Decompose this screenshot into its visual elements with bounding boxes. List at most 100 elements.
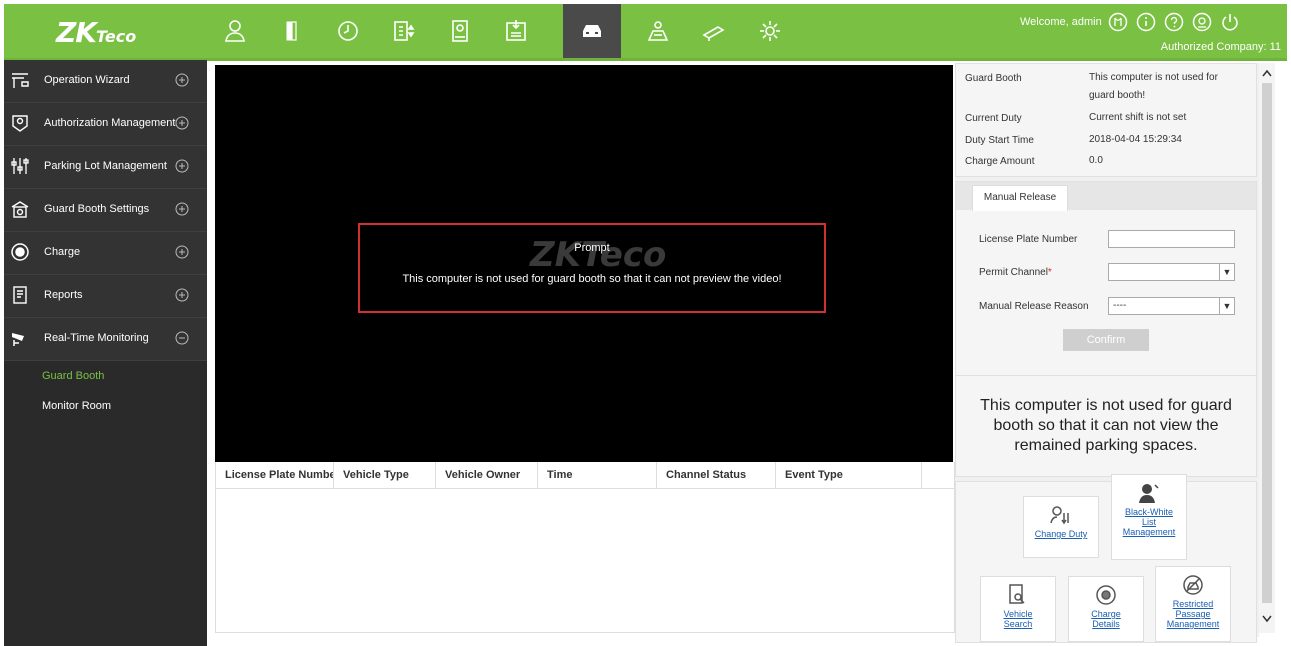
column-channel-status[interactable]: Channel Status [657, 462, 776, 488]
logo-sub: Teco [96, 27, 137, 46]
sidebar-item-label: Charge [44, 246, 81, 258]
restricted-line3: Management [1166, 619, 1220, 629]
parking-spaces-message: This computer is not used for guard boot… [980, 397, 1232, 454]
sidebar-item-operation-wizard[interactable]: Operation Wizard [4, 60, 207, 103]
sidebar-item-real-time-monitoring[interactable]: Real-Time Monitoring [4, 318, 207, 361]
vehicle-search-icon [1009, 584, 1025, 604]
sidebar-item-reports[interactable]: Reports [4, 275, 207, 318]
expand-icon[interactable] [175, 288, 189, 302]
booth-info: Guard Booth This computer is not used fo… [955, 63, 1257, 177]
visitor-icon[interactable] [431, 4, 489, 58]
charge-details-button[interactable]: Charge Details [1068, 576, 1144, 642]
authorized-company: Authorized Company: 11 [1160, 41, 1281, 53]
personnel-icon[interactable] [207, 4, 265, 58]
sidebar-subitem-monitor-room[interactable]: Monitor Room [4, 391, 207, 421]
tab-manual-release[interactable]: Manual Release [972, 185, 1068, 211]
chevron-down-icon[interactable] [1262, 615, 1272, 623]
info-icon[interactable] [1136, 12, 1156, 32]
column-vehicle-type[interactable]: Vehicle Type [334, 462, 436, 488]
sidebar-item-authorization-management[interactable]: Authorization Management [4, 103, 207, 146]
permit-channel-label: Permit Channel* [979, 267, 1052, 278]
sidebar-item-guard-booth-settings[interactable]: Guard Booth Settings [4, 189, 207, 232]
plate-number-input[interactable] [1108, 230, 1235, 248]
black-white-list-button[interactable]: Black-White List Management [1111, 474, 1187, 560]
expand-icon[interactable] [175, 202, 189, 216]
charge-icon [11, 243, 29, 261]
column-vehicle-owner[interactable]: Vehicle Owner [436, 462, 538, 488]
password-icon[interactable] [1192, 12, 1212, 32]
prompt-message: This computer is not used for guard boot… [402, 273, 782, 285]
release-reason-value: ---- [1113, 300, 1127, 311]
watermark-logo: ZKTeco [530, 235, 667, 275]
restricted-passage-icon [1183, 575, 1203, 595]
chevron-down-icon[interactable]: ▼ [1219, 264, 1234, 280]
bw-list-line3: Management [1122, 527, 1176, 537]
guard-booth-label: Guard Booth [965, 73, 1022, 84]
elevator-icon[interactable] [375, 4, 433, 58]
sidebar-item-label: Authorization Management [44, 117, 176, 129]
sidebar-subitem-guard-booth[interactable]: Guard Booth [4, 361, 207, 391]
current-duty-label: Current Duty [965, 113, 1022, 124]
sidebar-item-charge[interactable]: Charge [4, 232, 207, 275]
plate-number-label: License Plate Number [979, 234, 1078, 245]
restricted-line2: Passage [1175, 609, 1211, 619]
expand-icon[interactable] [175, 73, 189, 87]
right-scrollbar[interactable] [1259, 63, 1275, 633]
patrol-icon[interactable] [629, 4, 687, 58]
charge-amount-value: 0.0 [1089, 155, 1103, 166]
restricted-passage-button[interactable]: Restricted Passage Management [1155, 566, 1231, 642]
settings-icon[interactable] [741, 4, 799, 58]
release-reason-select[interactable]: ---- ▼ [1108, 297, 1235, 315]
right-panel: Guard Booth This computer is not used fo… [955, 63, 1259, 643]
column-time[interactable]: Time [538, 462, 657, 488]
sidebar: Operation Wizard Authorization Managemen… [4, 60, 207, 646]
scrollbar-thumb[interactable] [1262, 83, 1272, 603]
change-duty-button[interactable]: Change Duty [1023, 496, 1099, 558]
guard-booth-icon [11, 201, 29, 218]
wizard-icon [12, 73, 29, 88]
consumption-icon[interactable] [487, 4, 545, 58]
help-icon[interactable] [1164, 12, 1184, 32]
vehicle-search-line2: Search [1003, 619, 1033, 629]
charge-details-line2: Details [1092, 619, 1120, 629]
current-duty-value: Current shift is not set [1089, 112, 1187, 123]
expand-icon[interactable] [175, 116, 189, 130]
prompt-box: ZKTeco Prompt This computer is not used … [358, 223, 826, 313]
expand-icon[interactable] [175, 159, 189, 173]
tab-strip: Manual Release [956, 182, 1256, 211]
top-bar: ZKTeco Welcome, admin Authorized Company… [4, 4, 1287, 61]
system-icon[interactable] [685, 4, 743, 58]
column-event-type[interactable]: Event Type [776, 462, 922, 488]
permit-channel-text: Permit Channel [979, 267, 1048, 278]
chevron-down-icon[interactable]: ▼ [1219, 298, 1234, 314]
required-mark: * [1047, 267, 1052, 278]
charge-details-icon [1096, 585, 1116, 605]
logo-main: ZK [56, 16, 97, 49]
sidebar-item-label: Guard Booth Settings [44, 203, 150, 215]
column-license-plate[interactable]: License Plate Number [216, 462, 334, 488]
bw-list-line1: Black-White [1124, 507, 1173, 517]
change-duty-label: Change Duty [1034, 529, 1088, 539]
app-logo: ZKTeco [56, 16, 136, 49]
change-duty-icon [1050, 506, 1069, 525]
event-table: License Plate Number Vehicle Type Vehicl… [215, 462, 955, 633]
authorization-icon [12, 115, 28, 132]
chevron-up-icon[interactable] [1262, 69, 1272, 77]
permit-channel-select[interactable]: ▼ [1108, 263, 1235, 281]
restricted-line1: Restricted [1172, 599, 1214, 609]
collapse-icon[interactable] [175, 331, 189, 345]
confirm-button[interactable]: Confirm [1063, 329, 1149, 351]
vehicle-search-button[interactable]: Vehicle Search [980, 576, 1056, 642]
expand-icon[interactable] [175, 245, 189, 259]
actions-panel: Change Duty Black-White List Management … [955, 474, 1257, 643]
logout-icon[interactable] [1220, 12, 1240, 32]
attendance-icon[interactable] [319, 4, 377, 58]
sidebar-item-parking-lot-management[interactable]: Parking Lot Management [4, 146, 207, 189]
video-preview: ZKTeco Prompt This computer is not used … [215, 65, 953, 462]
user-profile-icon[interactable] [1108, 12, 1128, 32]
sidebar-item-label: Parking Lot Management [44, 160, 167, 172]
parking-icon[interactable] [563, 4, 621, 58]
guard-booth-value: This computer is not used for guard boot… [1089, 72, 1218, 101]
release-reason-label: Manual Release Reason [979, 301, 1089, 312]
access-icon[interactable] [263, 4, 321, 58]
